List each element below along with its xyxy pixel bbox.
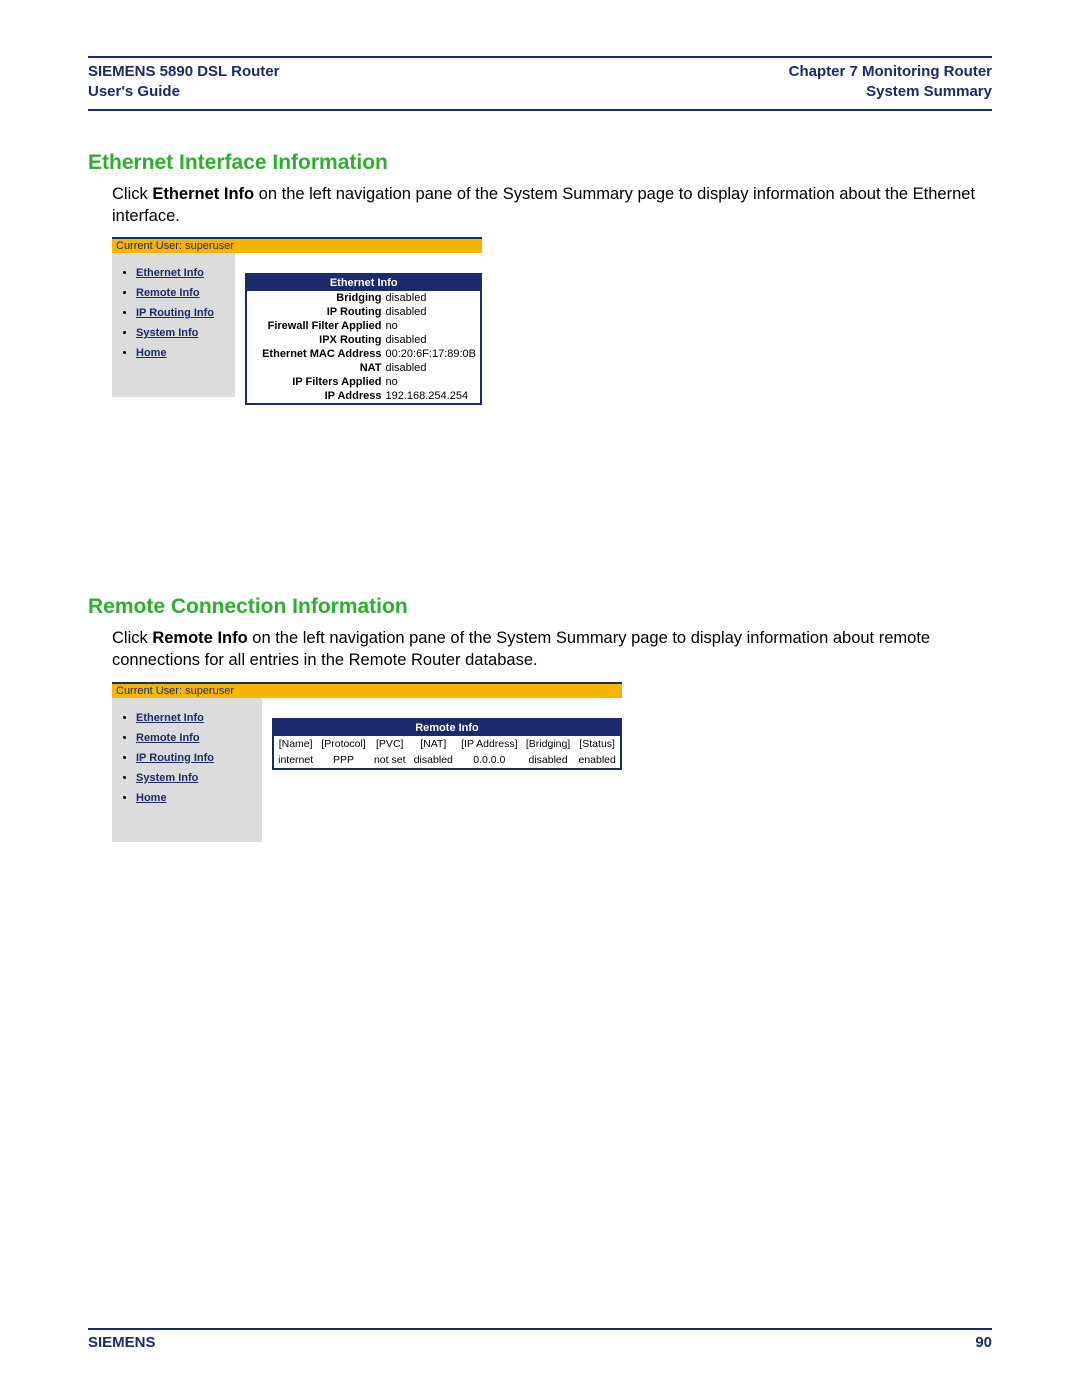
panel-title: Remote Info [274,720,620,736]
nav-home[interactable]: Home [136,792,167,804]
header-product: SIEMENS 5890 DSL Router [88,62,279,82]
heading-ethernet-info: Ethernet Interface Information [88,151,992,175]
page-footer: SIEMENS 90 [88,1330,992,1351]
ethernet-info-panel: Ethernet Info Bridgingdisabled IP Routin… [245,273,482,405]
footer-brand: SIEMENS [88,1334,156,1351]
header-section: System Summary [789,82,992,102]
ethernet-info-screenshot: Current User: superuser Ethernet Info Re… [112,237,482,405]
page-header: SIEMENS 5890 DSL Router User's Guide Cha… [88,58,992,109]
nav-ethernet-info[interactable]: Ethernet Info [136,267,204,279]
paragraph-remote-connection: Click Remote Info on the left navigation… [112,627,992,672]
nav-system-info[interactable]: System Info [136,772,198,784]
paragraph-ethernet-info: Click Ethernet Info on the left navigati… [112,183,992,228]
current-user-bar: Current User: superuser [112,684,622,698]
heading-remote-connection: Remote Connection Information [88,595,992,619]
nav-sidebar: Ethernet Info Remote Info IP Routing Inf… [112,698,262,842]
nav-ip-routing-info[interactable]: IP Routing Info [136,307,214,319]
nav-remote-info[interactable]: Remote Info [136,732,200,744]
nav-remote-info[interactable]: Remote Info [136,287,200,299]
remote-info-screenshot: Current User: superuser Ethernet Info Re… [112,682,622,842]
current-user-bar: Current User: superuser [112,239,482,253]
table-row: internet PPP not set disabled 0.0.0.0 di… [274,752,620,768]
nav-sidebar: Ethernet Info Remote Info IP Routing Inf… [112,253,235,397]
header-chapter: Chapter 7 Monitoring Router [789,62,992,82]
nav-system-info[interactable]: System Info [136,327,198,339]
panel-title: Ethernet Info [247,275,480,291]
table-header-row: [Name] [Protocol] [PVC] [NAT] [IP Addres… [274,736,620,752]
header-guide: User's Guide [88,82,279,102]
remote-info-panel: Remote Info [Name] [Protocol] [PVC] [NAT… [272,718,622,770]
nav-home[interactable]: Home [136,347,167,359]
nav-ip-routing-info[interactable]: IP Routing Info [136,752,214,764]
page-number: 90 [975,1334,992,1351]
nav-ethernet-info[interactable]: Ethernet Info [136,712,204,724]
